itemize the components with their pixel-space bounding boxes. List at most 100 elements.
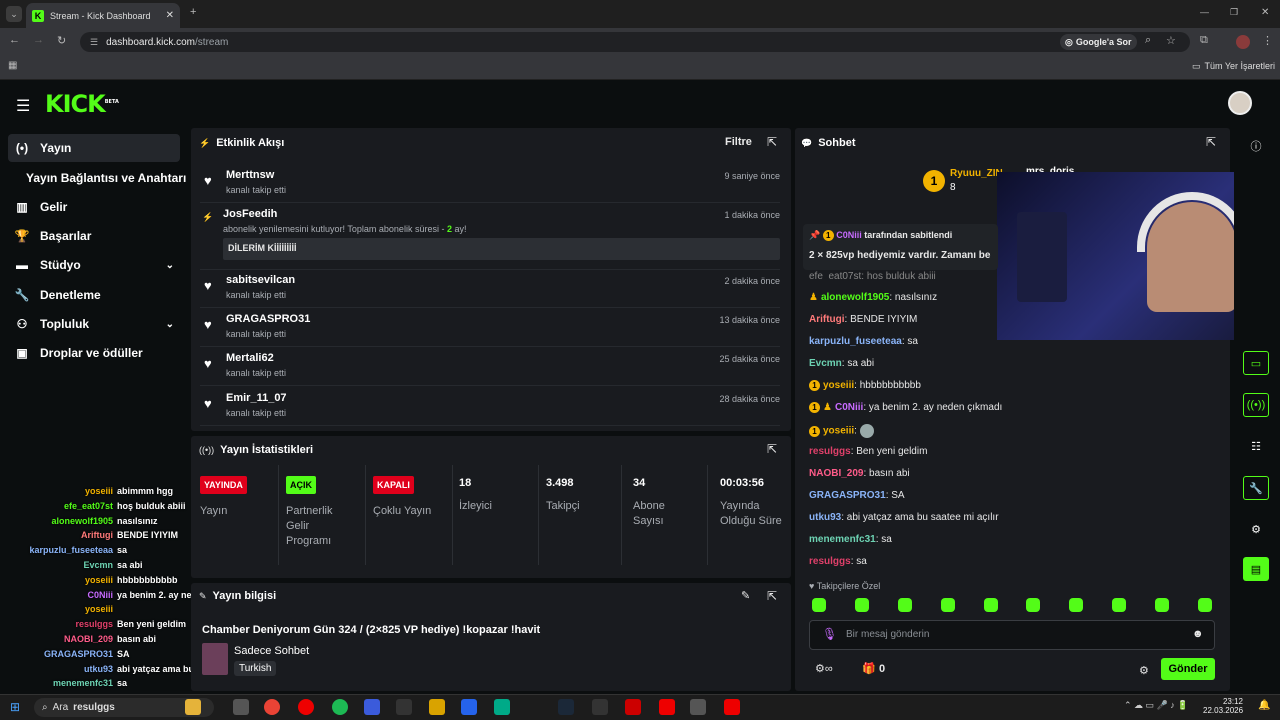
community-tools-icon[interactable]: ⚙∞ — [815, 662, 833, 675]
taskbar-app-icon[interactable] — [185, 699, 201, 715]
taskbar-app-icon[interactable] — [429, 699, 445, 715]
chat-username[interactable]: yoseiii — [823, 380, 854, 391]
emote-icon[interactable] — [854, 598, 869, 612]
menu-kebab-icon[interactable]: ⋮ — [1262, 34, 1273, 47]
maximize-icon[interactable]: ❐ — [1230, 7, 1238, 18]
taskbar-app-icon[interactable] — [298, 699, 314, 715]
emote-icon[interactable] — [897, 598, 912, 612]
filter-button[interactable]: Filtre — [725, 136, 752, 148]
chat-toggle-icon[interactable]: ▭ — [1243, 351, 1269, 375]
stats-popout-icon[interactable]: ⇱ — [767, 442, 777, 456]
emote-icon[interactable] — [1069, 598, 1084, 612]
forward-icon[interactable]: → — [33, 34, 44, 46]
sidebar-item-3[interactable]: 🏆 Başarılar — [8, 222, 180, 250]
taskbar-app-icon[interactable] — [461, 699, 477, 715]
notification-icon[interactable]: 🔔 — [1258, 700, 1270, 711]
taskbar-app-icon[interactable] — [396, 699, 412, 715]
taskbar-app-icon[interactable] — [364, 699, 380, 715]
clips-toggle-icon[interactable]: ▤ — [1243, 557, 1269, 581]
clock[interactable]: 23:12 22.03.2026 — [1203, 697, 1243, 715]
extensions-icon[interactable]: ⧉ — [1200, 34, 1208, 47]
profile-avatar[interactable] — [1236, 35, 1250, 49]
emote-icon[interactable] — [1026, 598, 1041, 612]
google-lens-chip[interactable]: ◎ Google'a Sor — [1060, 34, 1137, 50]
sidebar-item-1[interactable]: Yayın Bağlantısı ve Anahtarı — [8, 164, 188, 192]
system-tray-icons[interactable]: ⌃ ☁ ▭ 🎤 ♪ 🔋 — [1124, 700, 1188, 711]
emote-icon[interactable] — [1112, 598, 1127, 612]
all-bookmarks[interactable]: ▭ Tüm Yer İşaretleri — [1192, 61, 1275, 72]
taskbar-app-icon[interactable] — [625, 699, 641, 715]
address-bar[interactable]: ☰ dashboard.kick.com/stream — [80, 32, 1190, 52]
emote-icon[interactable] — [1197, 598, 1212, 612]
chat-username[interactable]: NAOBI_209 — [809, 468, 863, 479]
taskbar-app-icon[interactable] — [264, 699, 280, 715]
chat-username[interactable]: menemenfc31 — [809, 534, 876, 545]
tab-list-button[interactable]: ⌄ — [6, 6, 22, 22]
activity-username[interactable]: GRAGASPRO31 — [226, 313, 310, 325]
tab-close-icon[interactable]: ✕ — [166, 10, 174, 21]
kick-logo[interactable]: KICKBETA — [45, 90, 119, 118]
activity-username[interactable]: Emir_11_07 — [226, 392, 287, 404]
new-tab-icon[interactable]: + — [190, 6, 196, 18]
broadcast-toggle-icon[interactable]: ((•)) — [1243, 393, 1269, 417]
sidebar-item-5[interactable]: 🔧 Denetleme — [8, 281, 180, 309]
stats-toggle-icon[interactable]: ☷ — [1243, 434, 1269, 458]
top-gifter-name[interactable]: Ryuuu_ZIN — [950, 168, 1003, 179]
minimize-icon[interactable]: — — [1200, 7, 1209, 17]
apps-grid-icon[interactable]: ▦ — [8, 60, 17, 71]
emote-icon[interactable] — [1155, 598, 1169, 612]
close-window-icon[interactable]: ✕ — [1261, 7, 1269, 18]
emote-icon[interactable] — [940, 598, 955, 612]
windows-start-icon[interactable]: ⊞ — [10, 700, 20, 714]
chat-settings-icon[interactable]: ⚙ — [1139, 664, 1149, 677]
emoji-picker-icon[interactable]: ☻ — [1192, 628, 1204, 640]
activity-username[interactable]: Mertali62 — [226, 352, 274, 364]
chat-username[interactable]: utku93 — [809, 512, 841, 523]
sidebar-item-7[interactable]: ▣ Droplar ve ödüller — [8, 339, 180, 367]
chat-username[interactable]: GRAGASPRO31 — [809, 490, 886, 501]
sidebar-item-0[interactable]: (•) Yayın — [8, 134, 180, 162]
taskbar-app-icon[interactable] — [592, 699, 608, 715]
chat-popout-icon[interactable]: ⇱ — [1206, 135, 1216, 149]
taskbar-app-icon[interactable] — [332, 699, 348, 715]
taskbar-app-icon[interactable] — [558, 699, 574, 715]
user-avatar[interactable] — [1228, 91, 1252, 115]
chevron-down-icon[interactable]: ⌄ — [166, 260, 174, 271]
sidebar-item-6[interactable]: ⚇ Topluluk ⌄ — [8, 310, 180, 338]
gift-icon[interactable]: 🎁 — [862, 662, 876, 675]
info-icon[interactable]: ⓘ — [1243, 134, 1269, 158]
chat-username[interactable]: Ariftugi — [809, 314, 845, 325]
activity-username[interactable]: Merttnsw — [226, 169, 274, 181]
hamburger-menu-icon[interactable]: ☰ — [16, 96, 30, 116]
sidebar-item-4[interactable]: ▬ Stüdyo ⌄ — [8, 251, 180, 279]
sidebar-item-2[interactable]: ▥ Gelir — [8, 193, 180, 221]
activity-username[interactable]: sabitsevilcan — [226, 274, 295, 286]
reload-icon[interactable]: ↻ — [57, 34, 66, 47]
send-button[interactable]: Gönder — [1161, 658, 1215, 680]
chat-username[interactable]: resulggs — [809, 446, 851, 457]
back-icon[interactable]: ← — [9, 34, 20, 46]
taskbar-app-icon[interactable] — [233, 699, 249, 715]
info-popout-icon[interactable]: ⇱ — [767, 589, 777, 603]
chat-username[interactable]: C0Niii — [835, 402, 863, 413]
emote-icon[interactable] — [812, 598, 826, 612]
taskbar-app-icon[interactable] — [494, 699, 510, 715]
emote-icon[interactable] — [983, 598, 998, 612]
taskbar-app-icon[interactable] — [659, 699, 675, 715]
microphone-icon[interactable]: 🎙 — [822, 627, 837, 641]
edit-pencil-icon[interactable]: ✎ — [741, 589, 750, 602]
moderation-toggle-icon[interactable]: 🔧 — [1243, 476, 1269, 500]
activity-username[interactable]: JosFeedih — [223, 208, 277, 220]
bookmark-star-icon[interactable]: ☆ — [1166, 34, 1176, 47]
chat-username[interactable]: resulggs — [809, 556, 851, 567]
community-toggle-icon[interactable]: ⚙ — [1243, 517, 1269, 541]
chevron-down-icon[interactable]: ⌄ — [166, 319, 174, 330]
site-info-icon[interactable]: ☰ — [90, 37, 98, 48]
taskbar-app-icon[interactable] — [724, 699, 740, 715]
chat-username[interactable]: alonewolf1905 — [821, 292, 889, 303]
popout-icon[interactable]: ⇱ — [767, 135, 777, 149]
chat-username[interactable]: yoseiii — [823, 426, 854, 437]
taskbar-app-icon[interactable] — [690, 699, 706, 715]
browser-tab[interactable]: K Stream - Kick Dashboard ✕ — [26, 3, 180, 28]
zoom-icon[interactable]: ⌕ — [1145, 34, 1151, 47]
